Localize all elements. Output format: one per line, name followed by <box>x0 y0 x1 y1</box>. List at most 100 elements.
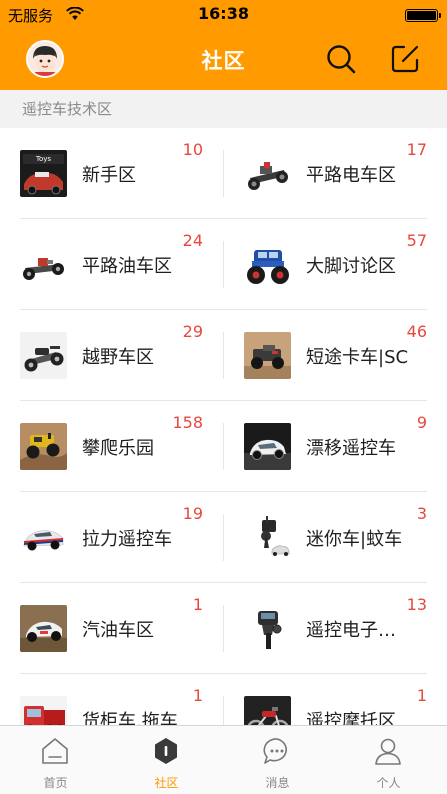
forum-post-count: 3 <box>416 504 427 523</box>
forum-row: Toys 新手区 10 平路电车区 17 <box>0 128 447 219</box>
avatar-cartoon-icon <box>28 42 62 76</box>
forum-thumbnail: Toys <box>20 150 67 197</box>
gas-car-thumbnail <box>20 605 67 652</box>
forum-post-count: 10 <box>182 140 203 159</box>
forum-item[interactable]: 平路电车区 17 <box>224 128 447 218</box>
drift-car-thumbnail <box>244 423 291 470</box>
avatar[interactable] <box>26 40 64 78</box>
forum-item[interactable]: 平路油车区 24 <box>0 219 223 309</box>
forum-post-count: 13 <box>406 595 427 614</box>
forum-row: 越野车区 29 短途卡车|SC 46 <box>0 310 447 401</box>
column-divider <box>223 150 224 197</box>
compose-icon <box>391 45 419 73</box>
forum-item[interactable]: 迷你车|蚊车 3 <box>224 492 447 582</box>
forum-thumbnail <box>244 423 291 470</box>
person-icon <box>375 738 401 765</box>
column-divider <box>223 241 224 288</box>
forum-post-count: 158 <box>172 413 203 432</box>
forum-name: 汽油车区 <box>82 620 154 641</box>
forum-item[interactable]: 漂移遥控车 9 <box>224 401 447 491</box>
forum-name: 货柜车.拖车 <box>82 711 178 725</box>
column-divider <box>223 423 224 470</box>
motorbike-thumbnail <box>244 696 291 725</box>
forum-post-count: 19 <box>182 504 203 523</box>
header: 无服务 16:38 社区 <box>0 0 447 90</box>
message-icon <box>263 738 287 764</box>
tab-messages-label: 消息 <box>265 776 290 790</box>
tab-home-label: 首页 <box>43 776 68 790</box>
forum-name: 攀爬乐园 <box>82 438 154 459</box>
forum-post-count: 29 <box>182 322 203 341</box>
forum-post-count: 1 <box>192 686 203 705</box>
forum-grid: Toys 新手区 10 平路电车区 17 平路油车区 24 大脚讨论区 57 越野车区 29 短途卡车… <box>0 128 447 725</box>
forum-thumbnail <box>20 241 67 288</box>
forum-post-count: 57 <box>406 231 427 250</box>
forum-item[interactable]: 遥控电子… 13 <box>224 583 447 673</box>
forum-post-count: 17 <box>406 140 427 159</box>
forum-item[interactable]: 拉力遥控车 19 <box>0 492 223 582</box>
forum-thumbnail <box>20 605 67 652</box>
mini-car-thumbnail <box>244 514 291 561</box>
forum-row: 汽油车区 1 遥控电子… 13 <box>0 583 447 674</box>
status-bar: 无服务 16:38 <box>0 0 447 30</box>
container-truck-thumbnail <box>20 696 67 725</box>
forum-name: 遥控摩托区 <box>306 711 396 725</box>
forum-row: 货柜车.拖车 1 遥控摩托区 1 <box>0 674 447 725</box>
tab-profile[interactable]: 个人 <box>333 726 444 794</box>
transmitter-thumbnail <box>244 605 291 652</box>
chassis-red-thumbnail <box>20 241 67 288</box>
forum-thumbnail <box>20 696 67 725</box>
tab-bar: 首页 社区 消息 个人 <box>0 725 447 794</box>
status-time: 16:38 <box>198 4 249 23</box>
forum-post-count: 1 <box>192 595 203 614</box>
tab-community[interactable]: 社区 <box>111 726 222 794</box>
forum-row: 攀爬乐园 158 漂移遥控车 9 <box>0 401 447 492</box>
forum-name: 拉力遥控车 <box>82 529 172 550</box>
forum-item[interactable]: 货柜车.拖车 1 <box>0 674 223 725</box>
compose-button[interactable] <box>388 42 422 76</box>
forum-post-count: 24 <box>182 231 203 250</box>
rally-car-thumbnail <box>20 514 67 561</box>
forum-item[interactable]: Toys 新手区 10 <box>0 128 223 218</box>
forum-name: 漂移遥控车 <box>306 438 396 459</box>
monster-truck-thumbnail <box>244 241 291 288</box>
search-button[interactable] <box>324 42 358 76</box>
forum-name: 越野车区 <box>82 347 154 368</box>
forum-item[interactable]: 攀爬乐园 158 <box>0 401 223 491</box>
tab-messages[interactable]: 消息 <box>222 726 333 794</box>
forum-thumbnail <box>244 514 291 561</box>
sc-truck-thumbnail <box>244 332 291 379</box>
forum-name: 迷你车|蚊车 <box>306 529 403 550</box>
forum-name: 平路电车区 <box>306 165 396 186</box>
forum-post-count: 1 <box>416 686 427 705</box>
buggy-thumbnail <box>20 332 67 379</box>
forum-item[interactable]: 大脚讨论区 57 <box>224 219 447 309</box>
app-screen: 无服务 16:38 社区 遥控车技术区 Toys 新手区 10 平路电车区 17… <box>0 0 447 794</box>
home-icon <box>42 738 68 764</box>
forum-name: 短途卡车|SC <box>306 347 409 368</box>
forum-thumbnail <box>20 514 67 561</box>
forum-name: 新手区 <box>82 165 136 186</box>
tab-home[interactable]: 首页 <box>0 726 111 794</box>
community-icon <box>155 738 177 764</box>
forum-item[interactable]: 越野车区 29 <box>0 310 223 400</box>
magazine-thumbnail: Toys <box>20 150 67 197</box>
column-divider <box>223 696 224 725</box>
forum-item[interactable]: 短途卡车|SC 46 <box>224 310 447 400</box>
column-divider <box>223 605 224 652</box>
forum-item[interactable]: 遥控摩托区 1 <box>224 674 447 725</box>
forum-name: 大脚讨论区 <box>306 256 396 277</box>
forum-thumbnail <box>244 241 291 288</box>
battery-icon <box>405 9 441 22</box>
search-icon <box>327 45 356 74</box>
forum-thumbnail <box>244 605 291 652</box>
forum-row: 平路油车区 24 大脚讨论区 57 <box>0 219 447 310</box>
forum-thumbnail <box>20 332 67 379</box>
crawler-thumbnail <box>20 423 67 470</box>
forum-thumbnail <box>244 696 291 725</box>
forum-item[interactable]: 汽油车区 1 <box>0 583 223 673</box>
tab-community-label: 社区 <box>154 776 179 790</box>
forum-thumbnail <box>244 332 291 379</box>
section-header: 遥控车技术区 <box>0 90 447 128</box>
page-title: 社区 <box>201 49 246 73</box>
